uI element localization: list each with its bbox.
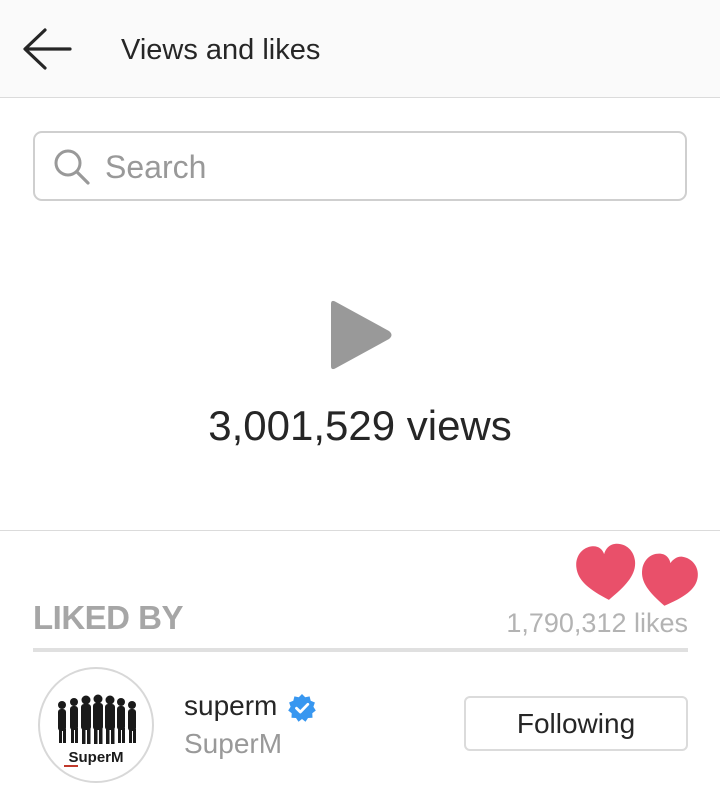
page-title: Views and likes <box>121 34 321 66</box>
back-button[interactable] <box>18 26 76 72</box>
username[interactable]: superm <box>184 690 277 722</box>
search-icon <box>54 149 90 185</box>
top-bar: Views and likes <box>0 0 720 98</box>
views-count: 3,001,529 views <box>208 402 512 449</box>
liked-by-heading: LIKED BY <box>33 599 184 636</box>
avatar[interactable]: SuperM <box>38 667 154 783</box>
verified-badge-icon <box>288 694 316 722</box>
full-name: SuperM <box>184 728 283 759</box>
avatar-logo-text: SuperM <box>68 749 123 766</box>
likes-count: 1,790,312 likes <box>506 608 688 638</box>
search-bar[interactable] <box>33 131 687 201</box>
search-input[interactable] <box>103 141 667 193</box>
following-button[interactable]: Following <box>464 696 688 751</box>
play-icon[interactable] <box>326 298 394 372</box>
hearts-icon <box>576 543 698 606</box>
liked-by-divider <box>33 648 688 652</box>
arrow-left-icon <box>23 28 72 70</box>
section-divider <box>0 530 720 531</box>
